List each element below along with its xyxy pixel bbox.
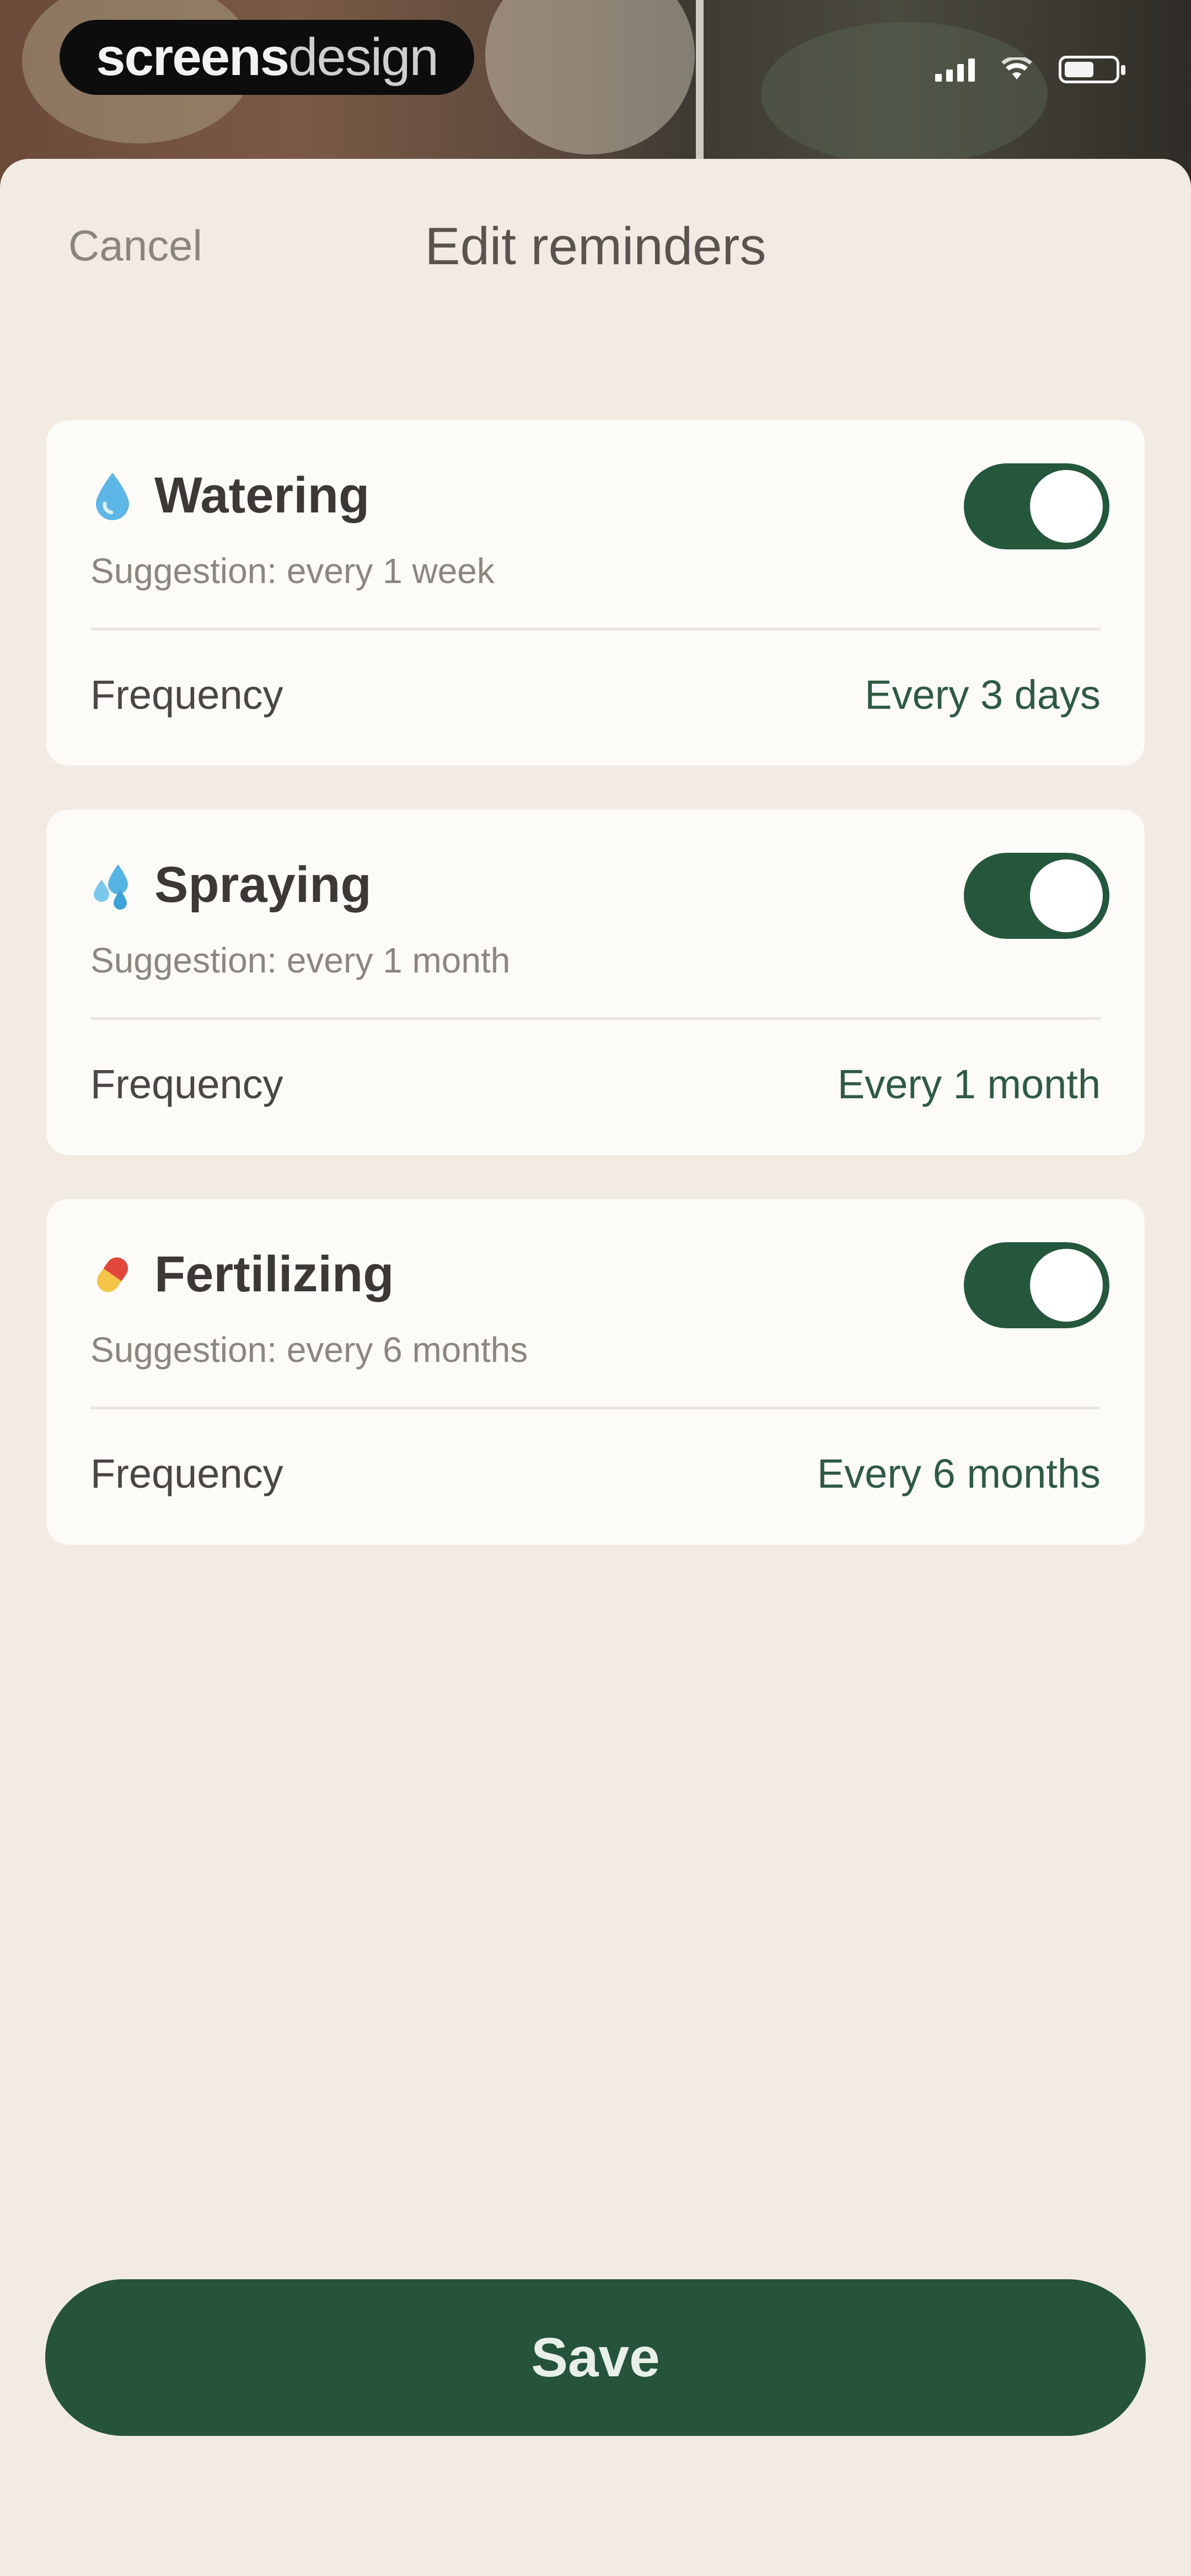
- spraying-toggle[interactable]: [964, 853, 1109, 939]
- reminder-header: Spraying: [89, 856, 372, 914]
- pill-icon: [96, 1257, 128, 1292]
- frequency-row-watering[interactable]: Frequency Every 3 days: [90, 659, 1101, 730]
- frequency-row-fertilizing[interactable]: Frequency Every 6 months: [90, 1437, 1101, 1509]
- reminder-suggestion: Suggestion: every 1 month: [90, 940, 511, 980]
- brand-watermark: screensdesign: [60, 20, 474, 95]
- divider: [90, 628, 1101, 630]
- reminder-suggestion: Suggestion: every 6 months: [90, 1330, 528, 1370]
- frequency-label: Frequency: [90, 671, 283, 718]
- frequency-label: Frequency: [90, 1450, 283, 1497]
- photo-detail: [761, 22, 1048, 165]
- frequency-value: Every 1 month: [837, 1061, 1101, 1107]
- save-button[interactable]: Save: [45, 2279, 1146, 2436]
- wifi-icon: [1001, 57, 1032, 79]
- reminder-header: Fertilizing: [89, 1246, 394, 1303]
- reminder-suggestion: Suggestion: every 1 week: [90, 551, 495, 591]
- water-drop-icon: [96, 472, 129, 520]
- spray-icon: [94, 864, 128, 910]
- reminder-title: Watering: [154, 467, 370, 523]
- divider: [90, 1407, 1101, 1409]
- toggle-knob: [1030, 1249, 1103, 1322]
- frequency-row-spraying[interactable]: Frequency Every 1 month: [90, 1048, 1101, 1120]
- fertilizing-toggle[interactable]: [964, 1242, 1109, 1328]
- status-bar-icons: [935, 53, 1125, 86]
- photo-detail: [485, 0, 695, 154]
- toggle-knob: [1030, 470, 1103, 543]
- reminder-card-spraying: Spraying Suggestion: every 1 month Frequ…: [46, 810, 1145, 1155]
- reminder-card-watering: Watering Suggestion: every 1 week Freque…: [46, 420, 1145, 766]
- brand-logo: screensdesign: [96, 28, 439, 87]
- reminder-title: Spraying: [154, 857, 372, 913]
- cellular-signal-icon: [935, 57, 975, 82]
- frequency-value: Every 6 months: [817, 1450, 1101, 1497]
- battery-icon: [1059, 56, 1125, 83]
- frequency-value: Every 3 days: [865, 671, 1101, 718]
- reminder-header: Watering: [89, 467, 369, 525]
- reminder-title: Fertilizing: [154, 1246, 394, 1302]
- divider: [90, 1017, 1101, 1020]
- page-title: Edit reminders: [425, 217, 766, 276]
- frequency-label: Frequency: [90, 1061, 283, 1107]
- toggle-knob: [1030, 859, 1103, 932]
- photo-divider: [696, 0, 704, 182]
- watering-toggle[interactable]: [964, 463, 1109, 549]
- reminder-card-fertilizing: Fertilizing Suggestion: every 6 months F…: [46, 1199, 1145, 1544]
